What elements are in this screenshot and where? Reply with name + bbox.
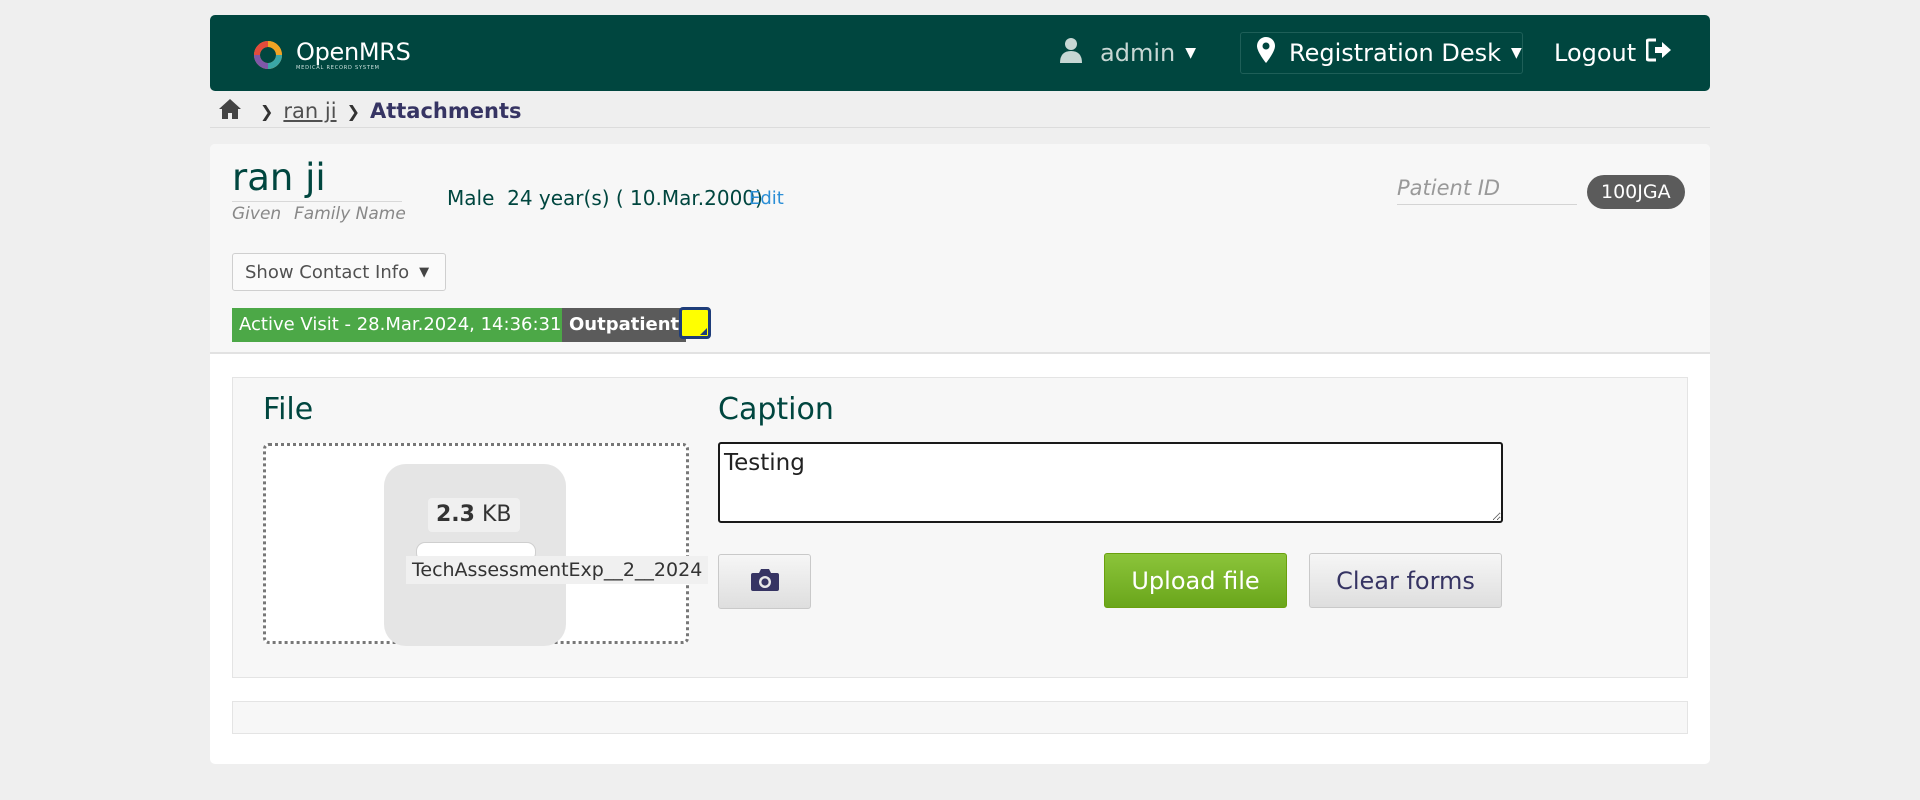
patient-id-badge: 100JGA xyxy=(1587,175,1685,209)
caption-label: Caption xyxy=(718,392,834,427)
openmrs-logo-icon xyxy=(248,35,288,75)
attachment-upload-panel: File 2.3 KB TechAssessmentExp__2__2024 C… xyxy=(232,377,1688,678)
openmrs-logo[interactable]: OpenMRS MEDICAL RECORD SYSTEM xyxy=(248,33,411,77)
edit-demographics-link[interactable]: Edit xyxy=(749,188,784,209)
caret-down-icon: ▼ xyxy=(419,264,430,280)
home-icon[interactable] xyxy=(218,98,242,125)
logout-button[interactable]: Logout xyxy=(1554,35,1672,71)
sign-out-icon xyxy=(1636,38,1672,68)
upload-file-button[interactable]: Upload file xyxy=(1104,553,1287,608)
divider xyxy=(232,201,402,202)
caption-input[interactable]: Testing xyxy=(718,442,1503,523)
patient-name: ran ji xyxy=(232,156,326,199)
chevron-right-icon: ❯ xyxy=(260,101,274,121)
attachments-list xyxy=(232,701,1688,734)
file-label: File xyxy=(263,392,314,427)
location-name: Registration Desk xyxy=(1289,39,1502,67)
file-dropzone[interactable]: 2.3 KB TechAssessmentExp__2__2024 xyxy=(263,443,709,646)
main-card: ran ji Given Family Name Male 24 year(s)… xyxy=(210,144,1710,764)
patient-header: ran ji Given Family Name Male 24 year(s)… xyxy=(210,144,1710,354)
divider xyxy=(210,127,1710,128)
file-size: 2.3 KB xyxy=(428,498,520,532)
location-menu[interactable]: Registration Desk ▼ xyxy=(1240,32,1523,74)
camera-button[interactable] xyxy=(718,554,811,609)
camera-icon xyxy=(750,568,780,596)
patient-demographics: Male 24 year(s) ( 10.Mar.2000) xyxy=(447,186,763,210)
file-name: TechAssessmentExp__2__2024 xyxy=(406,556,709,584)
user-icon xyxy=(1060,37,1082,69)
show-contact-info-label: Show Contact Info xyxy=(245,261,410,283)
user-name: admin xyxy=(1100,39,1176,67)
breadcrumb-current: Attachments xyxy=(369,99,522,123)
logo-name: OpenMRS xyxy=(296,37,411,66)
chevron-right-icon: ❯ xyxy=(346,101,360,121)
breadcrumb: ❯ ran ji ❯ Attachments xyxy=(218,96,521,126)
show-contact-info-button[interactable]: Show Contact Info ▼ xyxy=(232,253,446,291)
logout-label: Logout xyxy=(1554,39,1637,67)
file-size-unit: KB xyxy=(481,502,512,527)
given-name-label: Given xyxy=(232,204,282,224)
family-name-label: Family Name xyxy=(294,204,406,224)
chevron-down-icon: ▼ xyxy=(1185,45,1196,61)
user-menu[interactable]: admin ▼ xyxy=(1060,35,1196,71)
app-header: OpenMRS MEDICAL RECORD SYSTEM admin ▼ Re… xyxy=(210,15,1710,91)
active-visit-badge[interactable]: Active Visit - 28.Mar.2024, 14:36:31 xyxy=(232,308,569,342)
patient-id-label: Patient ID xyxy=(1397,176,1577,205)
clear-forms-button[interactable]: Clear forms xyxy=(1309,553,1502,608)
breadcrumb-patient-link[interactable]: ran ji xyxy=(283,99,336,123)
chevron-down-icon: ▼ xyxy=(1511,45,1522,61)
file-size-value: 2.3 xyxy=(436,502,475,527)
visit-type-badge: Outpatient xyxy=(562,308,687,342)
map-marker-icon xyxy=(1257,37,1275,69)
sticky-note-icon[interactable] xyxy=(679,307,711,339)
